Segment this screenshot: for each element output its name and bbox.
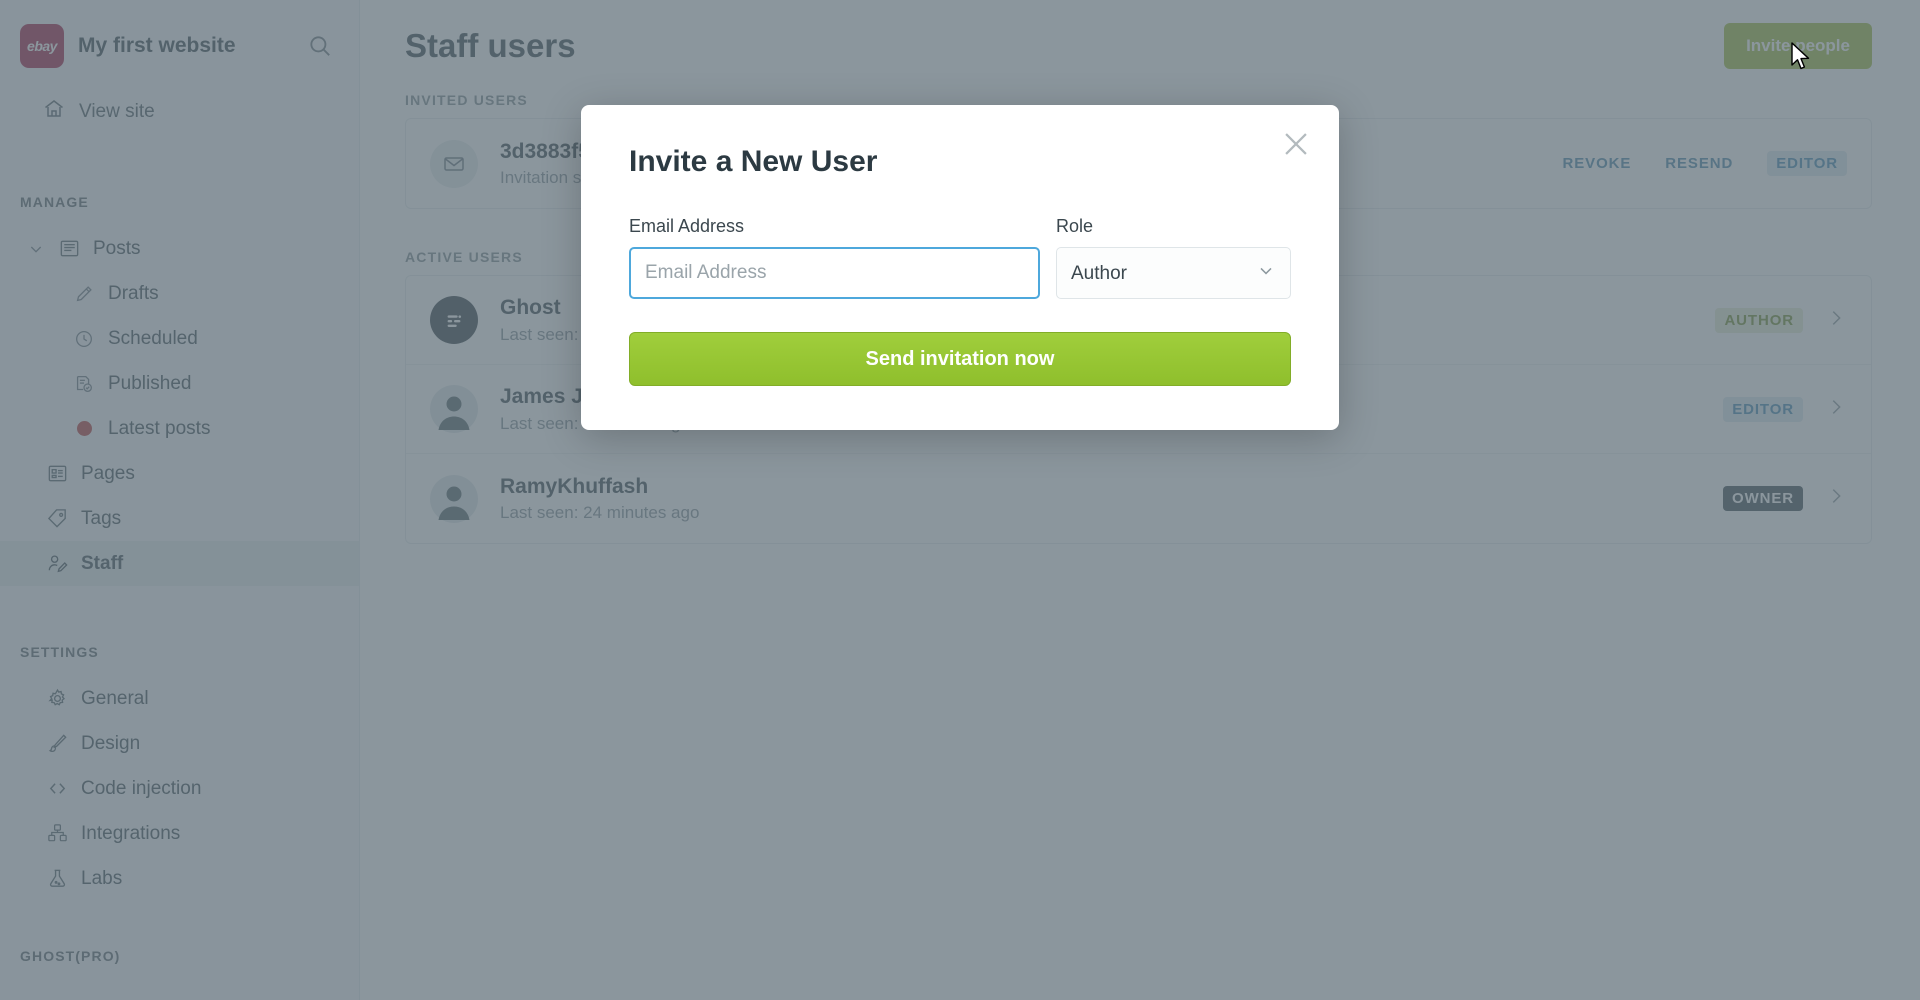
role-select-wrap: Author [1056,247,1291,299]
close-icon[interactable] [1279,127,1313,161]
role-field-group: Role Author [1056,216,1291,299]
invite-user-modal: Invite a New User Email Address Role Aut… [581,105,1339,430]
role-label: Role [1056,216,1094,236]
modal-title: Invite a New User [629,145,878,178]
email-field-group: Email Address [629,216,1040,299]
email-field[interactable] [629,247,1040,299]
app-root: ebay My first website View site MANAGE [0,0,1920,1000]
send-invitation-button[interactable]: Send invitation now [629,332,1291,386]
email-label: Email Address [629,216,745,236]
role-select[interactable]: Author [1056,247,1291,299]
modal-fields: Email Address Role Author [629,216,1291,299]
